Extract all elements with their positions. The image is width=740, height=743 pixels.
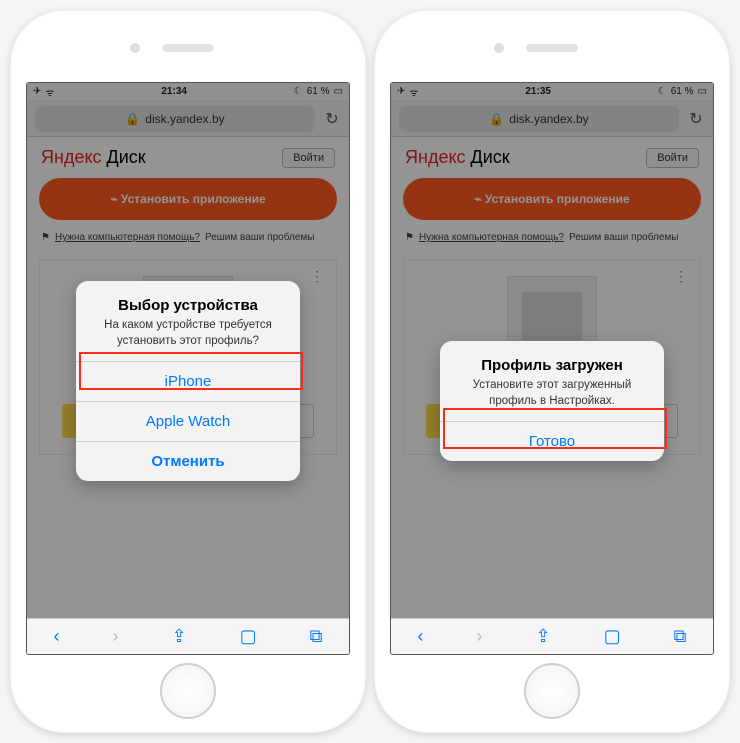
profile-downloaded-alert: Профиль загружен Установите этот загруже…: [440, 341, 664, 461]
tabs-icon[interactable]: ⧉: [674, 626, 687, 647]
alert-cancel[interactable]: Отменить: [76, 441, 300, 481]
speaker: [162, 44, 214, 52]
camera-dot: [130, 43, 140, 53]
alert-title: Выбор устройства: [92, 297, 284, 314]
home-button[interactable]: [524, 663, 580, 719]
forward-icon: ›: [477, 626, 483, 647]
bookmarks-icon[interactable]: ▢: [240, 626, 257, 647]
bookmarks-icon[interactable]: ▢: [604, 626, 621, 647]
safari-toolbar: ‹ › ⇪ ▢ ⧉: [27, 618, 349, 654]
alert-title: Профиль загружен: [456, 357, 648, 374]
alert-option-applewatch[interactable]: Apple Watch: [76, 401, 300, 441]
speaker: [526, 44, 578, 52]
alert-message: Установите этот загруженный профиль в На…: [456, 378, 648, 409]
phone-right: ✈︎ ᯤ 21:35 ☾ 61 % ▭ 🔒 disk.yandex.by ↻ Я…: [374, 10, 730, 733]
screen-left: ✈︎ ᯤ 21:34 ☾ 61 % ▭ 🔒 disk.yandex.by ↻ Я…: [26, 82, 350, 655]
home-button[interactable]: [160, 663, 216, 719]
alert-close[interactable]: Готово: [440, 421, 664, 461]
alert-option-iphone[interactable]: iPhone: [76, 361, 300, 401]
back-icon[interactable]: ‹: [418, 626, 424, 647]
share-icon[interactable]: ⇪: [536, 626, 551, 647]
phone-left: ✈︎ ᯤ 21:34 ☾ 61 % ▭ 🔒 disk.yandex.by ↻ Я…: [10, 10, 366, 733]
screen-right: ✈︎ ᯤ 21:35 ☾ 61 % ▭ 🔒 disk.yandex.by ↻ Я…: [390, 82, 714, 655]
back-icon[interactable]: ‹: [54, 626, 60, 647]
tabs-icon[interactable]: ⧉: [310, 626, 323, 647]
forward-icon: ›: [113, 626, 119, 647]
device-choice-alert: Выбор устройства На каком устройстве тре…: [76, 281, 300, 481]
share-icon[interactable]: ⇪: [172, 626, 187, 647]
alert-message: На каком устройстве требуется установить…: [92, 318, 284, 349]
safari-toolbar: ‹ › ⇪ ▢ ⧉: [391, 618, 713, 654]
camera-dot: [494, 43, 504, 53]
